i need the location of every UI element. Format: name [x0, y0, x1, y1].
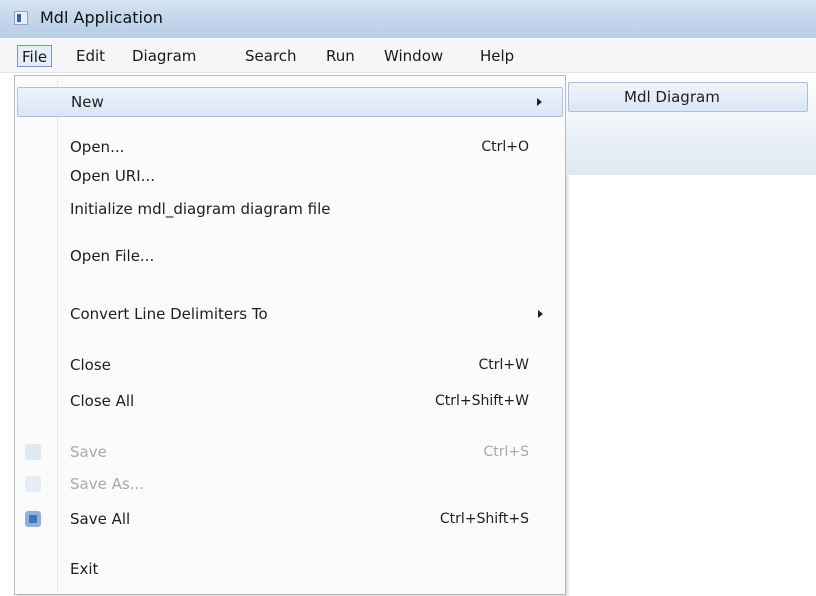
menu-item-convert-line-delimiters[interactable]: Convert Line Delimiters To — [17, 300, 563, 330]
menu-bar: File Edit Diagram Search Run Window Help — [0, 38, 816, 73]
menu-item-shortcut: Ctrl+Shift+S — [439, 511, 529, 527]
menu-item-close[interactable]: Close Ctrl+W — [17, 351, 563, 381]
menu-item-initialize-diagram[interactable]: Initialize mdl_diagram diagram file — [17, 195, 563, 225]
menu-edit[interactable]: Edit — [72, 45, 109, 67]
menu-item-label: Save All — [70, 510, 131, 528]
menu-diagram[interactable]: Diagram — [128, 45, 200, 67]
menu-item-label: Close All — [70, 392, 135, 410]
menu-item-shortcut: Ctrl+S — [483, 444, 529, 460]
menu-item-label: Open File... — [70, 247, 155, 265]
menu-search[interactable]: Search — [241, 45, 301, 67]
menu-help[interactable]: Help — [476, 45, 518, 67]
menu-item-new[interactable]: New — [17, 87, 563, 117]
menu-file[interactable]: File — [17, 45, 53, 67]
menu-item-close-all[interactable]: Close All Ctrl+Shift+W — [17, 387, 563, 417]
submenu-item-label: Mdl Diagram — [624, 88, 720, 106]
file-menu-dropdown: New Open... Ctrl+O Open URI... Initializ… — [14, 75, 566, 595]
menu-run[interactable]: Run — [322, 45, 359, 67]
menu-item-exit[interactable]: Exit — [17, 555, 563, 585]
menu-item-shortcut: Ctrl+O — [481, 139, 529, 155]
submenu-arrow-icon — [537, 98, 542, 106]
menu-item-save[interactable]: Save Ctrl+S — [17, 438, 563, 468]
save-as-icon — [25, 476, 41, 492]
menu-item-label: Open URI... — [70, 167, 155, 185]
title-bar: Mdl Application — [0, 0, 816, 38]
submenu-arrow-icon — [538, 310, 543, 318]
menu-item-label: Open... — [70, 138, 125, 156]
new-submenu: Mdl Diagram — [566, 75, 816, 175]
menu-item-shortcut: Ctrl+W — [478, 357, 529, 373]
menu-item-shortcut: Ctrl+Shift+W — [434, 393, 529, 409]
menu-item-open[interactable]: Open... Ctrl+O — [17, 133, 563, 163]
save-all-icon — [25, 511, 41, 527]
menu-item-label: New — [71, 93, 104, 111]
menu-item-save-all[interactable]: Save All Ctrl+Shift+S — [17, 505, 563, 535]
app-icon — [14, 11, 28, 25]
save-icon — [25, 444, 41, 460]
menu-item-save-as[interactable]: Save As... — [17, 470, 563, 500]
window-title: Mdl Application — [40, 8, 163, 27]
menu-item-label: Save As... — [70, 475, 144, 493]
menu-item-label: Close — [70, 356, 111, 374]
submenu-item-mdl-diagram[interactable]: Mdl Diagram — [568, 82, 808, 112]
menu-item-label: Exit — [70, 560, 99, 578]
menu-item-label: Convert Line Delimiters To — [70, 305, 268, 323]
menu-item-label: Initialize mdl_diagram diagram file — [70, 200, 331, 218]
menu-item-open-uri[interactable]: Open URI... — [17, 162, 563, 192]
menu-item-open-file[interactable]: Open File... — [17, 242, 563, 272]
menu-item-label: Save — [70, 443, 107, 461]
menu-window[interactable]: Window — [380, 45, 447, 67]
